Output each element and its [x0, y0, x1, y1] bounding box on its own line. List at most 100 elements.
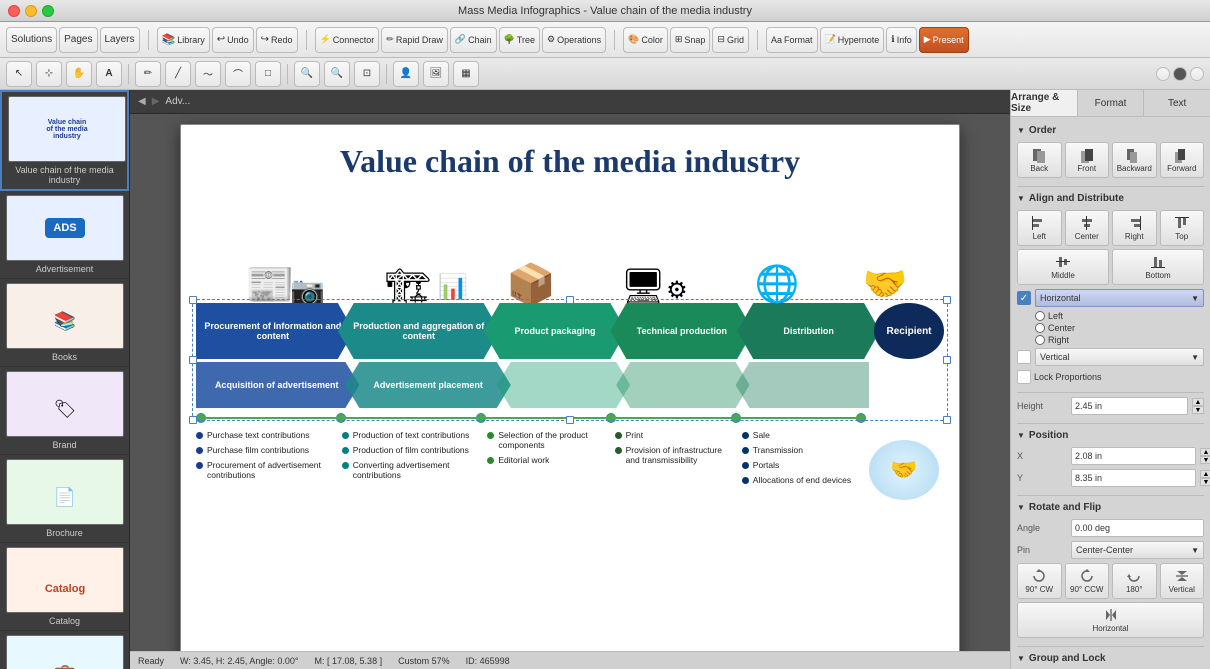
shape-tool[interactable]: □ — [255, 61, 281, 87]
hypernote-btn[interactable]: 📝 Hypernote — [820, 27, 885, 53]
canvas-scroll[interactable]: Value chain of the media industry 📰 📷 🏗 … — [130, 114, 1010, 651]
horizontal-select[interactable]: Horizontal ▼ — [1035, 289, 1204, 307]
section-order-header[interactable]: ▼ Order — [1017, 123, 1204, 138]
window-controls[interactable] — [8, 5, 54, 17]
align-top-icon — [1174, 215, 1190, 231]
x-input[interactable] — [1071, 447, 1196, 465]
pages-menu[interactable]: Pages — [59, 27, 97, 53]
height-down[interactable]: ▼ — [1192, 406, 1204, 414]
vertical-row: Vertical ▼ — [1017, 348, 1204, 366]
tab-text[interactable]: Text — [1144, 90, 1210, 116]
vertical-select[interactable]: Vertical ▼ — [1035, 348, 1204, 366]
lock-proportions-checkbox[interactable] — [1017, 370, 1031, 384]
rotate-90ccw-btn[interactable]: 90° CCW — [1065, 563, 1110, 599]
align-left-btn[interactable]: Left — [1017, 210, 1062, 246]
connector-btn[interactable]: ⚡ Connector — [315, 27, 380, 53]
hand-tool[interactable]: ✋ — [66, 61, 92, 87]
circle-radio2[interactable] — [1173, 67, 1187, 81]
chain-btn[interactable]: 🔗 Chain — [450, 27, 497, 53]
undo-btn[interactable]: ↩ Undo — [212, 27, 254, 53]
circle-radio1[interactable] — [1156, 67, 1170, 81]
height-up[interactable]: ▲ — [1192, 398, 1204, 406]
angle-input[interactable] — [1071, 519, 1204, 537]
thumbnail-brand[interactable]: 🏷 Brand — [0, 367, 129, 455]
flip-vertical-btn[interactable]: Vertical — [1160, 563, 1205, 599]
curve-tool[interactable]: 〜 — [195, 61, 221, 87]
rotate-90cw-btn[interactable]: 90° CW — [1017, 563, 1062, 599]
center-radio[interactable] — [1035, 323, 1045, 333]
fit-icon: ⊡ — [363, 68, 371, 79]
person-tool[interactable]: 👤 — [393, 61, 419, 87]
y-input[interactable] — [1071, 469, 1196, 487]
text-tool[interactable]: A — [96, 61, 122, 87]
pointer-tool[interactable]: ⊹ — [36, 61, 62, 87]
section-align-header[interactable]: ▼ Align and Distribute — [1017, 191, 1204, 206]
zoom-out-btn[interactable]: 🔍 — [324, 61, 350, 87]
grid-btn[interactable]: ⊟ Grid — [712, 27, 749, 53]
front-btn[interactable]: Front — [1065, 142, 1110, 178]
left-radio[interactable] — [1035, 311, 1045, 321]
handle-mr[interactable] — [943, 356, 951, 364]
horizontal-checkbox[interactable]: ✓ — [1017, 291, 1031, 305]
handle-tr[interactable] — [943, 296, 951, 304]
x-down[interactable]: ▼ — [1200, 456, 1210, 464]
circle-radio3[interactable] — [1190, 67, 1204, 81]
thumbnail-value-chain[interactable]: Value chainof the mediaindustry Value ch… — [0, 90, 129, 191]
right-radio[interactable] — [1035, 335, 1045, 345]
connector-dots — [196, 413, 869, 425]
operations-btn[interactable]: ⚙ Operations — [542, 27, 606, 53]
vertical-checkbox[interactable] — [1017, 350, 1031, 364]
solutions-menu[interactable]: Solutions — [6, 27, 57, 53]
color-btn[interactable]: 🎨 Color — [623, 27, 668, 53]
info-btn[interactable]: ℹ Info — [886, 27, 916, 53]
pin-select[interactable]: Center-Center ▼ — [1071, 541, 1204, 559]
select-tool[interactable]: ↖ — [6, 61, 32, 87]
y-up[interactable]: ▲ — [1200, 470, 1210, 478]
align-bottom-btn[interactable]: Bottom — [1112, 249, 1204, 285]
align-middle-btn[interactable]: Middle — [1017, 249, 1109, 285]
fit-btn[interactable]: ⊡ — [354, 61, 380, 87]
line-tool[interactable]: ╱ — [165, 61, 191, 87]
forward-btn[interactable]: Forward — [1160, 142, 1205, 178]
slide[interactable]: Value chain of the media industry 📰 📷 🏗 … — [180, 124, 960, 651]
library-btn[interactable]: 📚 Library — [157, 27, 210, 53]
align-right-btn[interactable]: Right — [1112, 210, 1157, 246]
curve-icon: 〜 — [203, 66, 213, 81]
tab-arrange-size[interactable]: Arrange & Size — [1011, 90, 1078, 116]
close-button[interactable] — [8, 5, 20, 17]
present-btn[interactable]: ▶ Present — [919, 27, 969, 53]
arc-tool[interactable]: ⌒ — [225, 61, 251, 87]
thumbnail-books[interactable]: 📚 Books — [0, 279, 129, 367]
zoom-in-btn[interactable]: 🔍 — [294, 61, 320, 87]
maximize-button[interactable] — [42, 5, 54, 17]
tab-format[interactable]: Format — [1078, 90, 1145, 116]
thumbnail-advertisement[interactable]: ADS Advertisement — [0, 191, 129, 279]
table-tool[interactable]: ▦ — [453, 61, 479, 87]
x-up[interactable]: ▲ — [1200, 448, 1210, 456]
format-btn[interactable]: Aa Format — [766, 27, 818, 53]
rapid-draw-btn[interactable]: ✏ Rapid Draw — [381, 27, 448, 53]
handle-br[interactable] — [943, 416, 951, 424]
rotate-180-btn[interactable]: 180° — [1112, 563, 1157, 599]
layers-menu[interactable]: Layers — [100, 27, 140, 53]
back-btn[interactable]: Back — [1017, 142, 1062, 178]
draw-tool[interactable]: ✏ — [135, 61, 161, 87]
flip-horizontal-btn[interactable]: Horizontal — [1017, 602, 1204, 638]
snap-btn[interactable]: ⊞ Snap — [670, 27, 711, 53]
align-top-btn[interactable]: Top — [1160, 210, 1205, 246]
thumbnail-brochure[interactable]: 📄 Brochure — [0, 455, 129, 543]
breadcrumb-back[interactable]: ◀ — [138, 96, 146, 107]
section-rotate-header[interactable]: ▼ Rotate and Flip — [1017, 500, 1204, 515]
backward-btn[interactable]: Backward — [1112, 142, 1157, 178]
align-center-btn[interactable]: Center — [1065, 210, 1110, 246]
y-down[interactable]: ▼ — [1200, 478, 1210, 486]
section-position-header[interactable]: ▼ Position — [1017, 428, 1204, 443]
height-input[interactable] — [1071, 397, 1188, 415]
thumbnail-business[interactable]: 💼 Business ... — [0, 631, 129, 669]
redo-btn[interactable]: ↪ Redo — [256, 27, 298, 53]
minimize-button[interactable] — [25, 5, 37, 17]
tree-btn[interactable]: 🌳 Tree — [499, 27, 540, 53]
section-group-header[interactable]: ▼ Group and Lock — [1017, 651, 1204, 666]
thumbnail-catalog[interactable]: Catalog Catalog — [0, 543, 129, 631]
image-tool[interactable]: 🖼 — [423, 61, 449, 87]
